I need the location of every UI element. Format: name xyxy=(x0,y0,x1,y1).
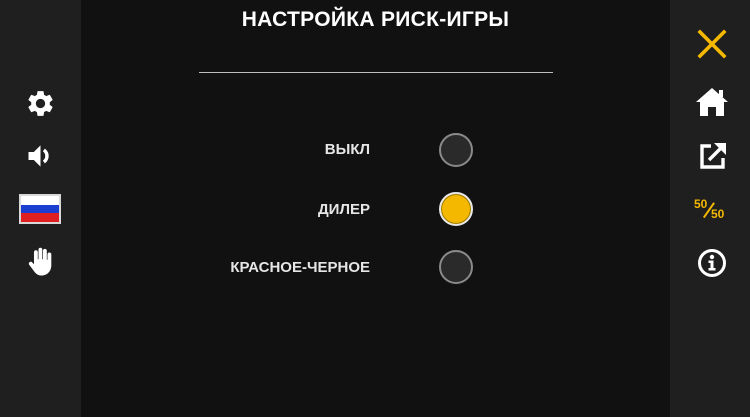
flag-white-stripe xyxy=(21,196,59,205)
russian-flag-icon[interactable] xyxy=(19,194,61,224)
info-icon[interactable] xyxy=(697,248,727,278)
option-label-off: ВЫКЛ xyxy=(324,141,370,158)
option-label-dealer: ДИЛЕР xyxy=(317,201,370,218)
fifty-fifty-icon[interactable]: 50 50 xyxy=(694,197,732,223)
flag-blue-stripe xyxy=(21,204,59,214)
settings-panel: НАСТРОЙКА РИСК-ИГРЫ ВЫКЛ ДИЛЕР КРАСНОЕ-Ч… xyxy=(81,0,670,417)
option-radio-dealer[interactable] xyxy=(439,192,473,226)
hand-icon[interactable] xyxy=(27,246,54,278)
speaker-icon[interactable] xyxy=(24,140,57,172)
gear-icon[interactable] xyxy=(25,88,56,119)
option-radio-off[interactable] xyxy=(439,133,473,167)
page-title: НАСТРОЙКА РИСК-ИГРЫ xyxy=(241,8,510,31)
flag-red-stripe xyxy=(21,213,59,222)
option-radio-red-black[interactable] xyxy=(439,250,473,284)
divider xyxy=(199,72,553,73)
home-icon[interactable] xyxy=(695,87,729,117)
fifty-bottom: 50 xyxy=(711,207,725,221)
fifty-top: 50 xyxy=(694,197,708,211)
option-label-red-black: КРАСНОЕ-ЧЕРНОЕ xyxy=(230,259,370,276)
share-icon[interactable] xyxy=(697,140,729,172)
close-icon[interactable] xyxy=(696,28,728,60)
